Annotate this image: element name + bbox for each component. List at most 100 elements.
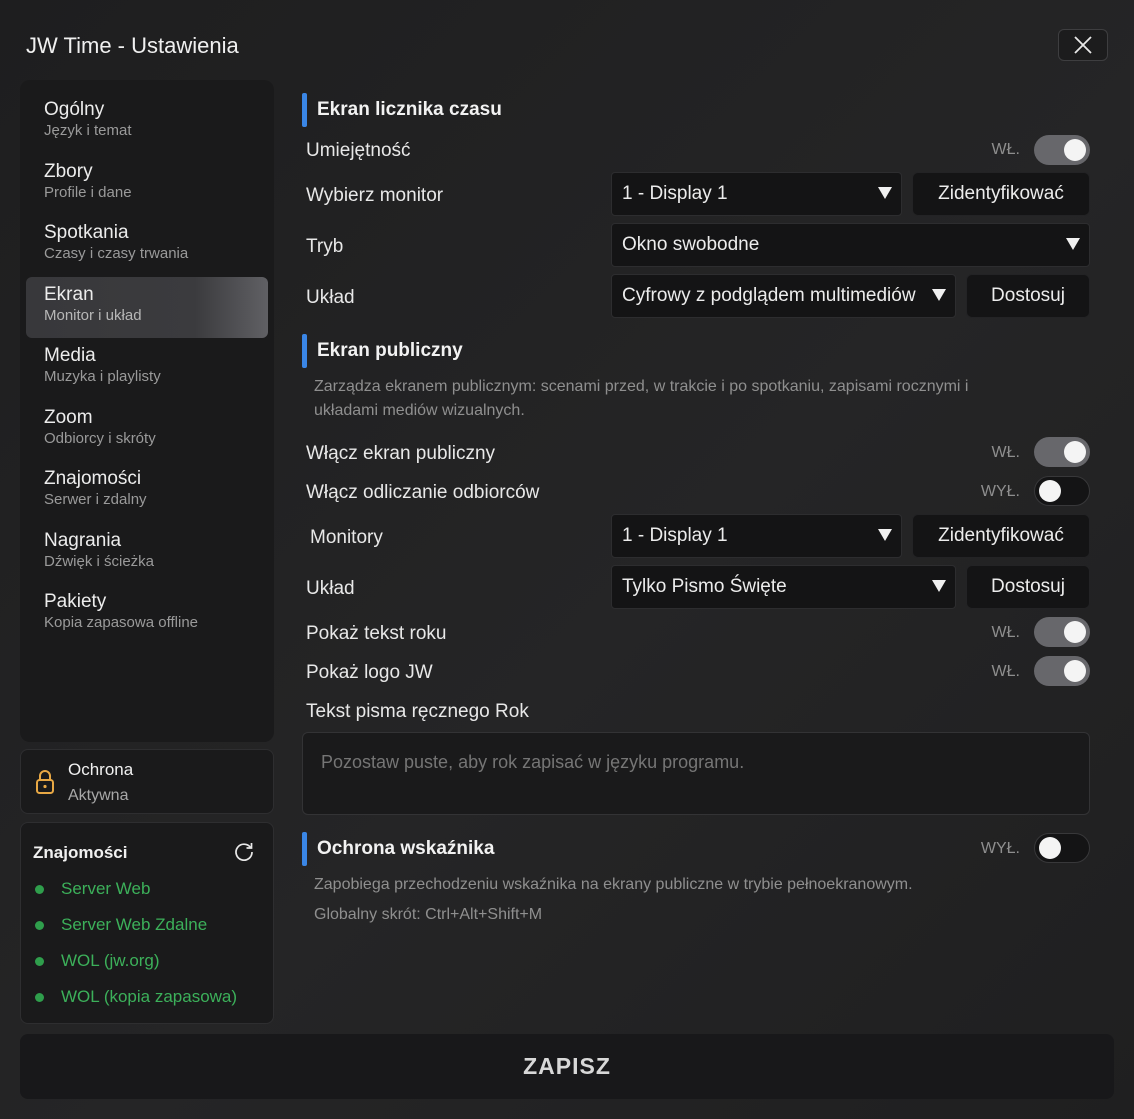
sidebar-item-subtitle: Muzyka i playlisty: [44, 368, 161, 385]
sidebar-item-general[interactable]: Ogólny Język i temat: [26, 92, 268, 154]
connection-item-server-web-remote: Server Web Zdalne: [35, 915, 207, 935]
toggle-knob: [1064, 441, 1086, 463]
sidebar-item-subtitle: Profile i dane: [44, 183, 132, 201]
protection-status-card[interactable]: Ochrona Aktywna: [20, 749, 274, 814]
section-title: Ekran licznika czasu: [317, 99, 502, 120]
section-accent-bar: [302, 334, 307, 368]
connection-item-server-web: Server Web: [35, 879, 150, 899]
sidebar-item-packages[interactable]: Pakiety Kopia zapasowa offline: [26, 584, 268, 646]
section-timer-screen: Ekran licznika czasu: [302, 93, 502, 127]
public-monitor-select[interactable]: 1 - Display 1: [611, 514, 902, 558]
skill-state: WŁ.: [991, 141, 1020, 158]
public-monitor-select-value: 1 - Display 1: [622, 525, 728, 546]
jw-logo-label: Pokaż logo JW: [306, 662, 433, 683]
save-button[interactable]: ZAPISZ: [20, 1034, 1114, 1099]
pointer-protection-shortcut: Globalny skrót: Ctrl+Alt+Shift+M: [314, 906, 543, 923]
status-dot: [35, 920, 44, 930]
sidebar-item-subtitle: Dźwięk i ścieżka: [44, 552, 155, 570]
window-title: JW Time - Ustawienia: [26, 33, 239, 58]
sidebar-item-connections[interactable]: Znajomości Serwer i zdalny: [26, 461, 268, 523]
sidebar-item-zoom[interactable]: Zoom Odbiorcy i skróty: [26, 400, 268, 462]
section-accent-bar: [302, 832, 307, 866]
customize-layout-button[interactable]: Dostosuj: [966, 274, 1090, 318]
audience-countdown-toggle[interactable]: [1034, 476, 1090, 506]
toggle-knob: [1064, 621, 1086, 643]
close-button[interactable]: [1058, 29, 1108, 61]
sidebar-item-title: Spotkania: [44, 222, 129, 243]
identify-monitor-button[interactable]: Zidentyfikować: [912, 172, 1090, 216]
sidebar-item-title: Znajomości: [44, 468, 142, 489]
pointer-protection-toggle[interactable]: [1034, 833, 1090, 863]
enable-public-screen-label: Włącz ekran publiczny: [306, 443, 496, 464]
sidebar-item-title: Nagrania: [44, 529, 122, 551]
dropdown-arrow-icon: [878, 187, 892, 199]
section-public-screen: Ekran publiczny: [302, 334, 463, 368]
connection-label: Server Web Zdalne: [61, 915, 208, 934]
enable-public-screen-state: WŁ.: [991, 444, 1020, 461]
year-text-state: WŁ.: [991, 624, 1020, 641]
year-text-toggle[interactable]: [1034, 617, 1090, 647]
dropdown-arrow-icon: [878, 529, 892, 541]
jw-logo-state: WŁ.: [991, 663, 1020, 680]
layout-select[interactable]: Cyfrowy z podglądem multimediów: [611, 274, 956, 318]
connection-label: WOL (jw.org): [61, 951, 160, 970]
customize-public-layout-button[interactable]: Dostosuj: [966, 565, 1090, 609]
sidebar-item-meetings[interactable]: Spotkania Czasy i czasy trwania: [26, 215, 268, 277]
public-layout-select-value: Tylko Pismo Święte: [622, 576, 787, 597]
mode-select[interactable]: Okno swobodne: [611, 223, 1090, 267]
sidebar-item-subtitle: Kopia zapasowa offline: [44, 614, 198, 631]
monitors-label: Monitory: [310, 527, 383, 548]
toggle-knob: [1064, 139, 1086, 161]
connections-card: Znajomości Server Web Server Web Zdalne …: [20, 822, 274, 1024]
sidebar-item-congregations[interactable]: Zbory Profile i dane: [26, 154, 268, 216]
public-layout-label: Układ: [306, 578, 355, 599]
skill-toggle[interactable]: [1034, 135, 1090, 165]
sidebar-item-title: Media: [44, 345, 96, 366]
close-icon: [1074, 36, 1092, 54]
protection-title: Ochrona: [68, 760, 134, 779]
connection-label: WOL (kopia zapasowa): [61, 987, 238, 1006]
identify-public-monitor-button[interactable]: Zidentyfikować: [912, 514, 1090, 558]
status-dot: [35, 884, 44, 894]
toggle-knob: [1039, 837, 1061, 859]
mode-label: Tryb: [306, 236, 344, 257]
sidebar-item-recordings[interactable]: Nagrania Dźwięk i ścieżka: [26, 523, 268, 585]
connection-item-wol: WOL (jw.org): [35, 951, 160, 971]
sidebar-item-title: Pakiety: [44, 591, 107, 612]
audience-countdown-state: WYŁ.: [980, 483, 1020, 500]
public-screen-description: Zarządza ekranem publicznym: scenami prz…: [314, 378, 969, 419]
sidebar-item-media[interactable]: Media Muzyka i playlisty: [26, 338, 268, 400]
sidebar-item-title: Ogólny: [44, 99, 105, 120]
pointer-protection-state: WYŁ.: [980, 840, 1020, 857]
section-title: Ochrona wskaźnika: [317, 838, 495, 859]
dropdown-arrow-icon: [932, 289, 946, 301]
pointer-protection-description: Zapobiega przechodzeniu wskaźnika na ekr…: [314, 876, 913, 893]
sidebar-item-subtitle: Serwer i zdalny: [44, 491, 147, 508]
layout-select-value: Cyfrowy z podglądem multimediów: [622, 285, 916, 306]
manual-year-text-input[interactable]: [302, 732, 1090, 815]
section-accent-bar: [302, 93, 307, 127]
manual-year-text-label: Tekst pisma ręcznego Rok: [306, 701, 529, 722]
audience-countdown-label: Włącz odliczanie odbiorców: [306, 482, 540, 503]
monitor-select[interactable]: 1 - Display 1: [611, 172, 902, 216]
mode-select-value: Okno swobodne: [622, 234, 760, 255]
lock-icon: [36, 770, 54, 794]
sidebar-item-screen[interactable]: Ekran Monitor i układ: [26, 276, 268, 338]
connection-item-wol-backup: WOL (kopia zapasowa): [35, 987, 237, 1007]
protection-status: Aktywna: [68, 787, 129, 804]
layout-label: Układ: [306, 287, 355, 308]
skill-label: Umiejętność: [306, 140, 411, 161]
public-layout-select[interactable]: Tylko Pismo Święte: [611, 565, 956, 609]
jw-logo-toggle[interactable]: [1034, 656, 1090, 686]
refresh-icon[interactable]: [233, 840, 255, 862]
year-text-label: Pokaż tekst roku: [306, 623, 447, 644]
connections-title: Znajomości: [33, 843, 128, 862]
sidebar-item-subtitle: Monitor i układ: [44, 306, 142, 324]
section-title: Ekran publiczny: [317, 340, 463, 361]
enable-public-screen-toggle[interactable]: [1034, 437, 1090, 467]
monitor-label: Wybierz monitor: [306, 185, 444, 206]
sidebar-item-title: Zoom: [44, 406, 93, 428]
toggle-knob: [1064, 660, 1086, 682]
dropdown-arrow-icon: [932, 580, 946, 592]
section-pointer-protection: Ochrona wskaźnika: [302, 832, 494, 866]
